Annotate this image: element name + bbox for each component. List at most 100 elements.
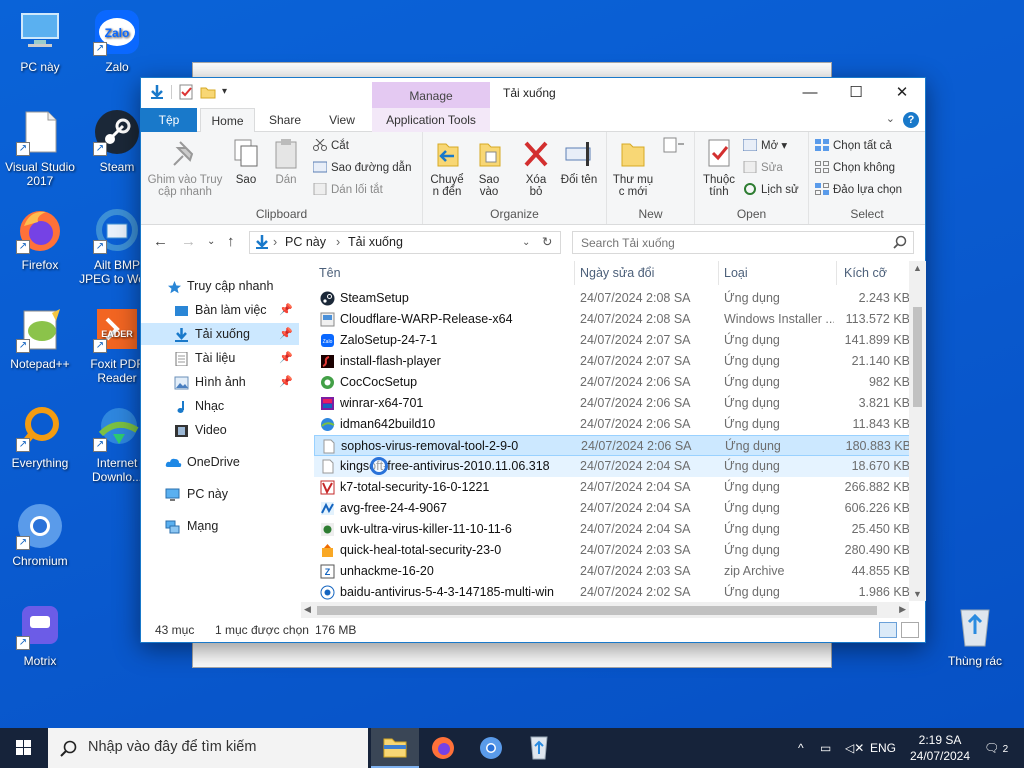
help-icon[interactable]: ? xyxy=(903,112,919,128)
column-header-name[interactable]: Tên xyxy=(319,261,341,285)
desktop-icon-pc[interactable]: PC này xyxy=(0,8,80,74)
scroll-right-icon[interactable]: ▶ xyxy=(899,604,906,615)
network-icon[interactable]: ▭ xyxy=(820,728,831,768)
delete-button[interactable]: Xóa bỏ xyxy=(519,138,553,198)
tab-file[interactable]: Tệp xyxy=(141,108,197,132)
recent-locations-icon[interactable]: ⌄ xyxy=(207,236,215,247)
paste-button[interactable]: Dán xyxy=(269,138,303,186)
properties-button[interactable]: Thuộc tính xyxy=(699,138,739,198)
rename-button[interactable]: Đổi tên xyxy=(559,138,599,186)
file-row[interactable]: CocCocSetup 24/07/2024 2:06 SA Ứng dụng 982… xyxy=(314,372,912,393)
file-row[interactable]: Zunhackme-16-20 24/07/2024 2:03 SA zip Arc… xyxy=(314,561,912,582)
close-button[interactable]: ✕ xyxy=(879,78,925,108)
nav-item-documents[interactable]: Tài liệu 📌 xyxy=(141,347,299,369)
tab-share[interactable]: Share xyxy=(261,108,309,132)
desktop-icon-chromium[interactable]: ↗ Chromium xyxy=(0,502,80,568)
breadcrumb-pc[interactable]: PC này xyxy=(285,235,326,249)
column-header-date[interactable]: Ngày sửa đổi xyxy=(580,261,654,285)
nav-item-this-pc[interactable]: PC này xyxy=(141,483,299,505)
pin-icon[interactable]: 📌 xyxy=(279,323,293,345)
search-input[interactable] xyxy=(581,233,881,253)
file-row[interactable]: avg-free-24-4-9067 24/07/2024 2:04 SA Ứng … xyxy=(314,498,912,519)
file-row[interactable]: kingsoft-free-antivirus-2010.11.06.318 24… xyxy=(314,456,912,477)
new-folder-button[interactable]: Thư mụ c mới xyxy=(611,138,655,198)
nav-item-music[interactable]: Nhạc xyxy=(141,395,299,417)
up-arrow-icon[interactable]: ↑ xyxy=(227,233,235,250)
pin-quick-access-button[interactable]: Ghim vào Truy cập nhanh xyxy=(147,138,223,198)
horizontal-scroll-thumb[interactable] xyxy=(317,606,877,615)
tab-view[interactable]: View xyxy=(321,108,363,132)
file-row[interactable]: idman642build10 24/07/2024 2:06 SA Ứng dụn… xyxy=(314,414,912,435)
new-item-button[interactable] xyxy=(659,136,687,160)
taskbar-recycle-bin[interactable] xyxy=(515,728,563,768)
scroll-left-icon[interactable]: ◀ xyxy=(304,604,311,615)
notification-center[interactable]: 🗨 2 xyxy=(984,728,1008,768)
minimize-button[interactable]: — xyxy=(787,78,833,108)
select-none-button[interactable]: Chọn không xyxy=(815,158,895,178)
paste-shortcut-button[interactable]: Dán lối tắt xyxy=(313,180,383,200)
copy-path-button[interactable]: Sao đường dẫn xyxy=(312,158,411,178)
scroll-down-icon[interactable]: ▼ xyxy=(913,589,922,599)
tab-home[interactable]: Home xyxy=(200,108,255,133)
search-box[interactable] xyxy=(572,231,914,254)
back-arrow-icon[interactable]: ← xyxy=(153,233,168,250)
tab-application-tools[interactable]: Application Tools xyxy=(372,108,490,132)
file-row[interactable]: baidu-antivirus-5-4-3-147185-multi-win 24… xyxy=(314,582,912,601)
column-header-size[interactable]: Kích cỡ xyxy=(844,261,887,285)
nav-item-desktop[interactable]: Bàn làm việc 📌 xyxy=(141,299,299,321)
start-button[interactable] xyxy=(0,728,48,768)
vertical-scroll-thumb[interactable] xyxy=(913,307,922,407)
file-row[interactable]: quick-heal-total-security-23-0 24/07/2024… xyxy=(314,540,912,561)
show-hidden-icons[interactable]: ^ xyxy=(798,728,804,768)
file-row[interactable]: install-flash-player 24/07/2024 2:07 SA Ứn… xyxy=(314,351,912,372)
history-button[interactable]: Lịch sử xyxy=(743,180,799,200)
language-indicator[interactable]: ENG xyxy=(870,728,896,768)
file-row[interactable]: sophos-virus-removal-tool-2-9-0 24/07/202… xyxy=(314,435,912,456)
copy-button[interactable]: Sao xyxy=(229,138,263,186)
desktop-icon-recycle-bin[interactable]: Thùng rác xyxy=(935,602,1015,668)
open-button[interactable]: Mở ▾ xyxy=(742,136,787,156)
address-bar[interactable]: › PC này › Tải xuống ⌄ ↻ xyxy=(249,231,561,254)
move-to-button[interactable]: Chuyể n đến xyxy=(427,138,467,198)
nav-item-onedrive[interactable]: OneDrive xyxy=(141,451,299,473)
breadcrumb-downloads[interactable]: Tải xuống xyxy=(348,235,403,249)
edit-button[interactable]: Sửa xyxy=(743,158,783,178)
cut-button[interactable]: Cắt xyxy=(313,136,349,156)
horizontal-scrollbar[interactable]: ◀ ▶ xyxy=(301,602,909,619)
scroll-up-icon[interactable]: ▲ xyxy=(913,263,922,273)
column-header-type[interactable]: Loại xyxy=(724,261,748,285)
address-dropdown-icon[interactable]: ⌄ xyxy=(522,237,530,248)
taskbar-file-explorer[interactable] xyxy=(371,728,419,768)
taskbar-search[interactable]: Nhập vào đây để tìm kiếm xyxy=(48,728,368,768)
invert-selection-button[interactable]: Đảo lựa chọn xyxy=(815,180,902,200)
file-row[interactable]: winrar-x64-701 24/07/2024 2:06 SA Ứng dụng… xyxy=(314,393,912,414)
file-row[interactable]: Cloudflare-WARP-Release-x64 24/07/2024 2:… xyxy=(314,309,912,330)
nav-item-downloads[interactable]: Tải xuống 📌 xyxy=(141,323,299,345)
file-row[interactable]: Zalo ZaloSetup-24-7-1 24/07/2024 2:07 SA Ứn… xyxy=(314,330,912,351)
chevron-down-icon[interactable]: ⌄ xyxy=(886,112,895,125)
properties-icon[interactable] xyxy=(178,84,194,100)
desktop-icon-motrix[interactable]: ↗ Motrix xyxy=(0,602,80,668)
nav-item-pictures[interactable]: Hình ảnh 📌 xyxy=(141,371,299,393)
copy-to-button[interactable]: Sao vào xyxy=(471,138,507,198)
file-row[interactable]: SteamSetup 24/07/2024 2:08 SA Ứng dụng 2.24… xyxy=(314,288,912,309)
nav-item-videos[interactable]: Video xyxy=(141,419,299,441)
desktop-icon-visual-studio[interactable]: ↗ Visual Studio 2017 xyxy=(0,108,80,188)
vertical-scrollbar[interactable]: ▲ ▼ xyxy=(909,261,926,601)
taskbar-chromium[interactable] xyxy=(467,728,515,768)
desktop-icon-zalo[interactable]: Zalo ↗ Zalo xyxy=(77,8,157,74)
desktop-icon-notepadpp[interactable]: ↗ Notepad++ xyxy=(0,305,80,371)
volume-muted-icon[interactable]: ◁✕ xyxy=(845,728,864,768)
pin-icon[interactable]: 📌 xyxy=(279,371,293,393)
new-folder-icon[interactable] xyxy=(200,84,216,100)
pin-icon[interactable]: 📌 xyxy=(279,347,293,369)
file-row[interactable]: uvk-ultra-virus-killer-11-10-11-6 24/07/2… xyxy=(314,519,912,540)
refresh-icon[interactable]: ↻ xyxy=(542,234,552,249)
desktop-icon-everything[interactable]: ↗ Everything xyxy=(0,404,80,470)
nav-item-network[interactable]: Mạng xyxy=(141,515,299,537)
nav-item-quick-access[interactable]: Truy cập nhanh xyxy=(141,275,299,297)
large-icons-view-icon[interactable] xyxy=(901,622,919,638)
desktop-icon-firefox[interactable]: ↗ Firefox xyxy=(0,206,80,272)
details-view-icon[interactable] xyxy=(879,622,897,638)
taskbar-firefox[interactable] xyxy=(419,728,467,768)
